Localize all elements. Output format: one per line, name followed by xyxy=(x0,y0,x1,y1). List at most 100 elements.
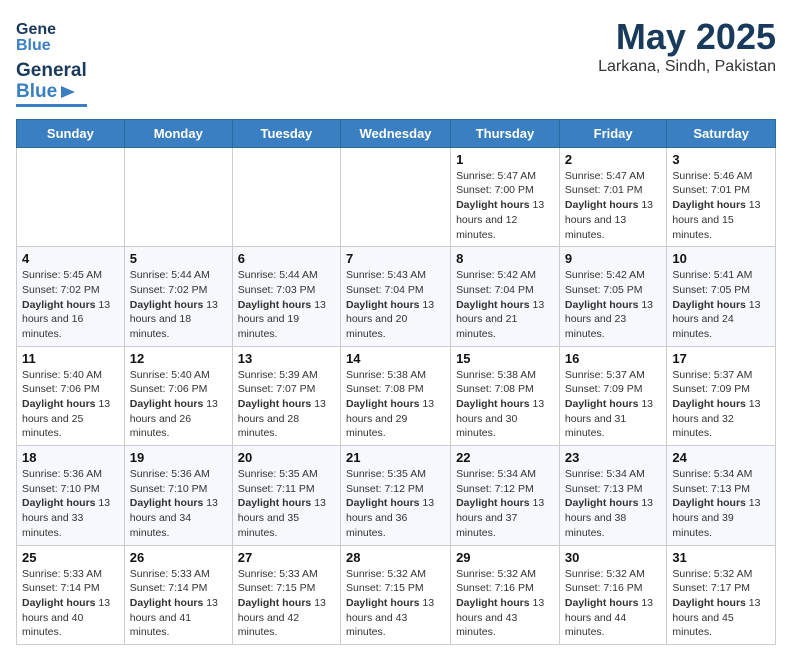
svg-text:General: General xyxy=(16,21,56,38)
day-info: Sunrise: 5:43 AMSunset: 7:04 PMDaylight … xyxy=(346,268,445,341)
calendar-cell: 7 Sunrise: 5:43 AMSunset: 7:04 PMDaylight… xyxy=(340,247,450,346)
calendar-cell: 17 Sunrise: 5:37 AMSunset: 7:09 PMDayligh… xyxy=(667,346,776,445)
calendar-week: 4 Sunrise: 5:45 AMSunset: 7:02 PMDaylight… xyxy=(17,247,776,346)
location-title: Larkana, Sindh, Pakistan xyxy=(598,58,776,76)
day-info: Sunrise: 5:45 AMSunset: 7:02 PMDaylight … xyxy=(22,268,119,341)
day-info: Sunrise: 5:34 AMSunset: 7:13 PMDaylight … xyxy=(672,467,770,540)
day-number: 24 xyxy=(672,450,770,465)
weekday-header: Tuesday xyxy=(232,119,340,147)
calendar-cell xyxy=(17,147,125,246)
day-info: Sunrise: 5:40 AMSunset: 7:06 PMDaylight … xyxy=(130,368,227,441)
day-number: 1 xyxy=(456,152,554,167)
day-info: Sunrise: 5:40 AMSunset: 7:06 PMDaylight … xyxy=(22,368,119,441)
day-number: 9 xyxy=(565,251,661,266)
calendar-cell: 4 Sunrise: 5:45 AMSunset: 7:02 PMDaylight… xyxy=(17,247,125,346)
calendar-cell: 22 Sunrise: 5:34 AMSunset: 7:12 PMDayligh… xyxy=(451,446,560,545)
day-number: 19 xyxy=(130,450,227,465)
calendar-header: SundayMondayTuesdayWednesdayThursdayFrid… xyxy=(17,119,776,147)
calendar-cell xyxy=(124,147,232,246)
calendar-cell: 15 Sunrise: 5:38 AMSunset: 7:08 PMDayligh… xyxy=(451,346,560,445)
day-number: 11 xyxy=(22,351,119,366)
day-number: 8 xyxy=(456,251,554,266)
logo-arrow-icon xyxy=(59,83,77,101)
calendar-week: 11 Sunrise: 5:40 AMSunset: 7:06 PMDayligh… xyxy=(17,346,776,445)
day-number: 22 xyxy=(456,450,554,465)
day-info: Sunrise: 5:34 AMSunset: 7:12 PMDaylight … xyxy=(456,467,554,540)
day-number: 20 xyxy=(238,450,335,465)
day-number: 25 xyxy=(22,550,119,565)
day-number: 15 xyxy=(456,351,554,366)
day-info: Sunrise: 5:42 AMSunset: 7:05 PMDaylight … xyxy=(565,268,661,341)
calendar-cell: 25 Sunrise: 5:33 AMSunset: 7:14 PMDayligh… xyxy=(17,545,125,644)
day-info: Sunrise: 5:36 AMSunset: 7:10 PMDaylight … xyxy=(130,467,227,540)
calendar-cell: 20 Sunrise: 5:35 AMSunset: 7:11 PMDayligh… xyxy=(232,446,340,545)
logo-blue: Blue xyxy=(16,82,57,103)
calendar-cell: 5Sunrise: 5:44 AMSunset: 7:02 PMDaylight… xyxy=(124,247,232,346)
calendar-cell: 13Sunrise: 5:39 AMSunset: 7:07 PMDayligh… xyxy=(232,346,340,445)
day-info: Sunrise: 5:47 AMSunset: 7:01 PMDaylight … xyxy=(565,169,661,242)
month-title: May 2025 xyxy=(598,16,776,58)
title-area: May 2025 Larkana, Sindh, Pakistan xyxy=(598,16,776,76)
calendar-week: 1 Sunrise: 5:47 AMSunset: 7:00 PMDaylight… xyxy=(17,147,776,246)
day-number: 6 xyxy=(238,251,335,266)
day-info: Sunrise: 5:42 AMSunset: 7:04 PMDaylight … xyxy=(456,268,554,341)
day-info: Sunrise: 5:38 AMSunset: 7:08 PMDaylight … xyxy=(346,368,445,441)
day-number: 23 xyxy=(565,450,661,465)
day-info: Sunrise: 5:35 AMSunset: 7:12 PMDaylight … xyxy=(346,467,445,540)
weekday-header: Thursday xyxy=(451,119,560,147)
calendar-cell: 9 Sunrise: 5:42 AMSunset: 7:05 PMDaylight… xyxy=(559,247,666,346)
weekday-header: Sunday xyxy=(17,119,125,147)
day-number: 3 xyxy=(672,152,770,167)
page-header: General Blue General Blue May 2025 Larka… xyxy=(16,16,776,107)
day-number: 26 xyxy=(130,550,227,565)
day-number: 7 xyxy=(346,251,445,266)
day-number: 17 xyxy=(672,351,770,366)
day-number: 21 xyxy=(346,450,445,465)
logo-general: General xyxy=(16,61,87,82)
weekday-header: Wednesday xyxy=(340,119,450,147)
day-info: Sunrise: 5:46 AMSunset: 7:01 PMDaylight … xyxy=(672,169,770,242)
calendar-cell: 8 Sunrise: 5:42 AMSunset: 7:04 PMDaylight… xyxy=(451,247,560,346)
calendar-cell: 27 Sunrise: 5:33 AMSunset: 7:15 PMDayligh… xyxy=(232,545,340,644)
day-info: Sunrise: 5:37 AMSunset: 7:09 PMDaylight … xyxy=(672,368,770,441)
calendar-week: 18 Sunrise: 5:36 AMSunset: 7:10 PMDayligh… xyxy=(17,446,776,545)
day-info: Sunrise: 5:41 AMSunset: 7:05 PMDaylight … xyxy=(672,268,770,341)
day-number: 5 xyxy=(130,251,227,266)
calendar-cell: 21 Sunrise: 5:35 AMSunset: 7:12 PMDayligh… xyxy=(340,446,450,545)
day-number: 2 xyxy=(565,152,661,167)
day-info: Sunrise: 5:33 AMSunset: 7:14 PMDaylight … xyxy=(130,567,227,640)
day-number: 30 xyxy=(565,550,661,565)
day-number: 4 xyxy=(22,251,119,266)
day-info: Sunrise: 5:47 AMSunset: 7:00 PMDaylight … xyxy=(456,169,554,242)
calendar-cell: 16 Sunrise: 5:37 AMSunset: 7:09 PMDayligh… xyxy=(559,346,666,445)
day-info: Sunrise: 5:32 AMSunset: 7:16 PMDaylight … xyxy=(456,567,554,640)
weekday-header: Saturday xyxy=(667,119,776,147)
calendar-week: 25 Sunrise: 5:33 AMSunset: 7:14 PMDayligh… xyxy=(17,545,776,644)
calendar-cell xyxy=(340,147,450,246)
calendar-cell: 11 Sunrise: 5:40 AMSunset: 7:06 PMDayligh… xyxy=(17,346,125,445)
calendar-cell: 26 Sunrise: 5:33 AMSunset: 7:14 PMDayligh… xyxy=(124,545,232,644)
day-info: Sunrise: 5:33 AMSunset: 7:14 PMDaylight … xyxy=(22,567,119,640)
calendar-cell: 24 Sunrise: 5:34 AMSunset: 7:13 PMDayligh… xyxy=(667,446,776,545)
day-number: 14 xyxy=(346,351,445,366)
weekday-header: Monday xyxy=(124,119,232,147)
day-info: Sunrise: 5:33 AMSunset: 7:15 PMDaylight … xyxy=(238,567,335,640)
calendar-cell: 29 Sunrise: 5:32 AMSunset: 7:16 PMDayligh… xyxy=(451,545,560,644)
day-number: 27 xyxy=(238,550,335,565)
day-number: 16 xyxy=(565,351,661,366)
calendar-cell xyxy=(232,147,340,246)
day-number: 18 xyxy=(22,450,119,465)
day-number: 29 xyxy=(456,550,554,565)
day-info: Sunrise: 5:37 AMSunset: 7:09 PMDaylight … xyxy=(565,368,661,441)
day-number: 28 xyxy=(346,550,445,565)
calendar-cell: 6Sunrise: 5:44 AMSunset: 7:03 PMDaylight… xyxy=(232,247,340,346)
calendar-cell: 31Sunrise: 5:32 AMSunset: 7:17 PMDayligh… xyxy=(667,545,776,644)
day-info: Sunrise: 5:35 AMSunset: 7:11 PMDaylight … xyxy=(238,467,335,540)
logo-icon: General Blue xyxy=(16,16,56,56)
day-info: Sunrise: 5:38 AMSunset: 7:08 PMDaylight … xyxy=(456,368,554,441)
day-number: 10 xyxy=(672,251,770,266)
weekday-header: Friday xyxy=(559,119,666,147)
calendar-cell: 18Sunrise: 5:36 AMSunset: 7:10 PMDayligh… xyxy=(17,446,125,545)
day-info: Sunrise: 5:34 AMSunset: 7:13 PMDaylight … xyxy=(565,467,661,540)
calendar-cell: 19 Sunrise: 5:36 AMSunset: 7:10 PMDayligh… xyxy=(124,446,232,545)
